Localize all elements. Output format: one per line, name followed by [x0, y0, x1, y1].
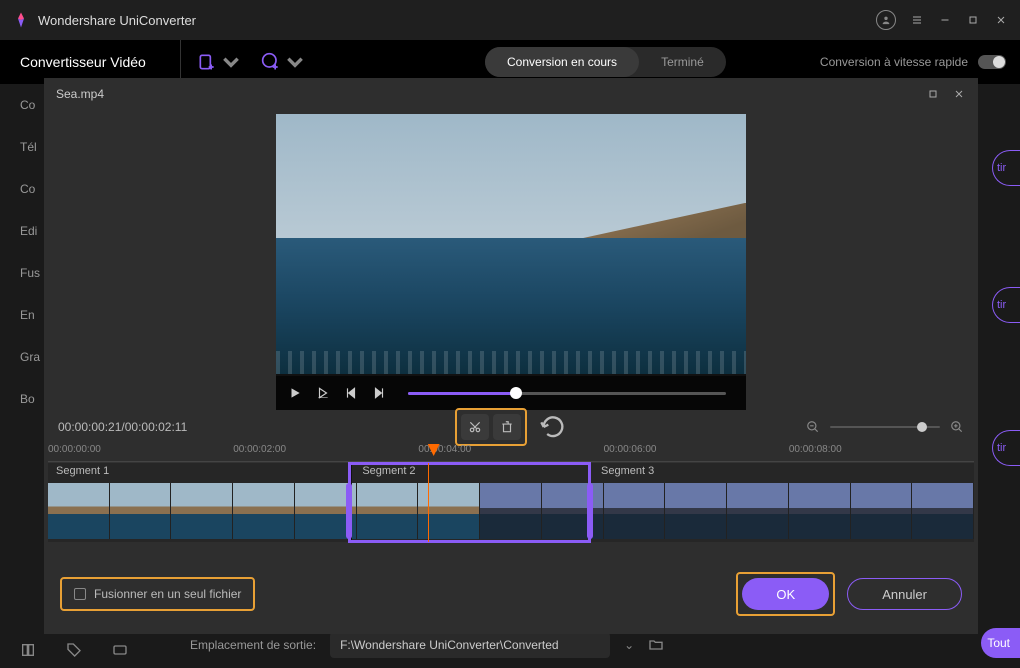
- menu-icon[interactable]: [910, 13, 924, 27]
- high-speed-label: Conversion à vitesse rapide: [820, 55, 968, 69]
- open-folder-icon[interactable]: [648, 637, 664, 653]
- convert-button-peek[interactable]: tir: [992, 287, 1020, 323]
- high-speed-toggle[interactable]: [978, 55, 1006, 69]
- add-file-button[interactable]: [197, 52, 241, 72]
- module-title: Convertisseur Vidéo: [0, 54, 180, 70]
- tag-icon[interactable]: [66, 642, 82, 658]
- cancel-button[interactable]: Annuler: [847, 578, 962, 610]
- app-logo-icon: [12, 11, 30, 29]
- tab-finished[interactable]: Terminé: [639, 47, 726, 77]
- zoom-slider[interactable]: [830, 426, 940, 428]
- timeline: 00:00:00:0000:00:02:0000:00:04:0000:00:0…: [44, 444, 978, 542]
- play-icon[interactable]: [288, 386, 302, 400]
- cut-button[interactable]: [461, 414, 489, 440]
- next-frame-icon[interactable]: [372, 386, 386, 400]
- convert-all-button-peek[interactable]: Tout: [981, 628, 1020, 658]
- card-icon[interactable]: [112, 642, 128, 658]
- zoom-in-icon[interactable]: [950, 420, 964, 434]
- ok-button-highlight: OK: [736, 572, 835, 616]
- playback-progress[interactable]: [408, 392, 726, 395]
- minimize-icon[interactable]: [938, 13, 952, 27]
- sidebar-item[interactable]: Tél: [0, 126, 44, 168]
- merge-checkbox[interactable]: [74, 588, 86, 600]
- playhead-line[interactable]: [428, 463, 429, 542]
- trim-editor-dialog: Sea.mp4 00:00:00:21/00:00:02:11: [44, 78, 978, 634]
- editor-close-icon[interactable]: [952, 87, 966, 101]
- output-path-field[interactable]: [330, 632, 610, 658]
- user-account-icon[interactable]: [876, 10, 896, 30]
- thumbnail-strip: [48, 483, 974, 539]
- timecode-display: 00:00:00:21/00:00:02:11: [58, 420, 187, 434]
- timecode-row: 00:00:00:21/00:00:02:11: [44, 410, 978, 444]
- bottom-utility-icons: [20, 642, 128, 658]
- sidebar-item[interactable]: Co: [0, 84, 44, 126]
- merge-checkbox-highlight: Fusionner en un seul fichier: [60, 577, 255, 611]
- tab-converting[interactable]: Conversion en cours: [485, 47, 639, 77]
- editor-footer: Fusionner en un seul fichier OK Annuler: [44, 558, 978, 634]
- output-location-row: Emplacement de sortie: ⌄: [190, 632, 664, 658]
- zoom-out-icon[interactable]: [806, 420, 820, 434]
- convert-button-peek[interactable]: tir: [992, 150, 1020, 186]
- status-tabs: Conversion en cours Terminé: [485, 47, 726, 77]
- add-folder-button[interactable]: [261, 52, 305, 72]
- close-icon[interactable]: [994, 13, 1008, 27]
- segment-label: Segment 1: [56, 465, 354, 477]
- output-label: Emplacement de sortie:: [190, 638, 316, 652]
- cut-tools-highlight: [455, 408, 527, 446]
- playback-controls: [276, 376, 746, 410]
- timeline-track[interactable]: Segment 1 Segment 2 Segment 3: [48, 462, 974, 542]
- app-titlebar: Wondershare UniConverter: [0, 0, 1020, 40]
- delete-button[interactable]: [493, 414, 521, 440]
- sidebar-item[interactable]: Edi: [0, 210, 44, 252]
- ok-button[interactable]: OK: [742, 578, 829, 610]
- prev-frame-icon[interactable]: [344, 386, 358, 400]
- maximize-icon[interactable]: [966, 13, 980, 27]
- segment-handle-right[interactable]: [587, 483, 593, 539]
- sidebar-item[interactable]: Bo: [0, 378, 44, 420]
- segment-handle-left[interactable]: [346, 483, 352, 539]
- timeline-ruler: 00:00:00:0000:00:02:0000:00:04:0000:00:0…: [48, 444, 974, 462]
- editor-titlebar: Sea.mp4: [44, 78, 978, 110]
- editor-maximize-icon[interactable]: [926, 87, 940, 101]
- editor-filename: Sea.mp4: [56, 87, 104, 101]
- sidebar-item[interactable]: En: [0, 294, 44, 336]
- output-dropdown-icon[interactable]: ⌄: [624, 638, 634, 652]
- convert-button-peek[interactable]: tir: [992, 430, 1020, 466]
- merge-checkbox-label: Fusionner en un seul fichier: [94, 587, 241, 601]
- sidebar: Co Tél Co Edi Fus En Gra Bo: [0, 84, 44, 644]
- segment-label: Segment 3: [593, 465, 654, 477]
- sidebar-item[interactable]: Gra: [0, 336, 44, 378]
- app-title: Wondershare UniConverter: [38, 13, 196, 28]
- sidebar-item[interactable]: Co: [0, 168, 44, 210]
- video-preview: [276, 114, 746, 410]
- sidebar-item[interactable]: Fus: [0, 252, 44, 294]
- segment-label: Segment 2: [354, 465, 593, 477]
- play-segment-icon[interactable]: [316, 386, 330, 400]
- zoom-controls: [806, 420, 964, 434]
- undo-button[interactable]: [539, 414, 567, 440]
- book-icon[interactable]: [20, 642, 36, 658]
